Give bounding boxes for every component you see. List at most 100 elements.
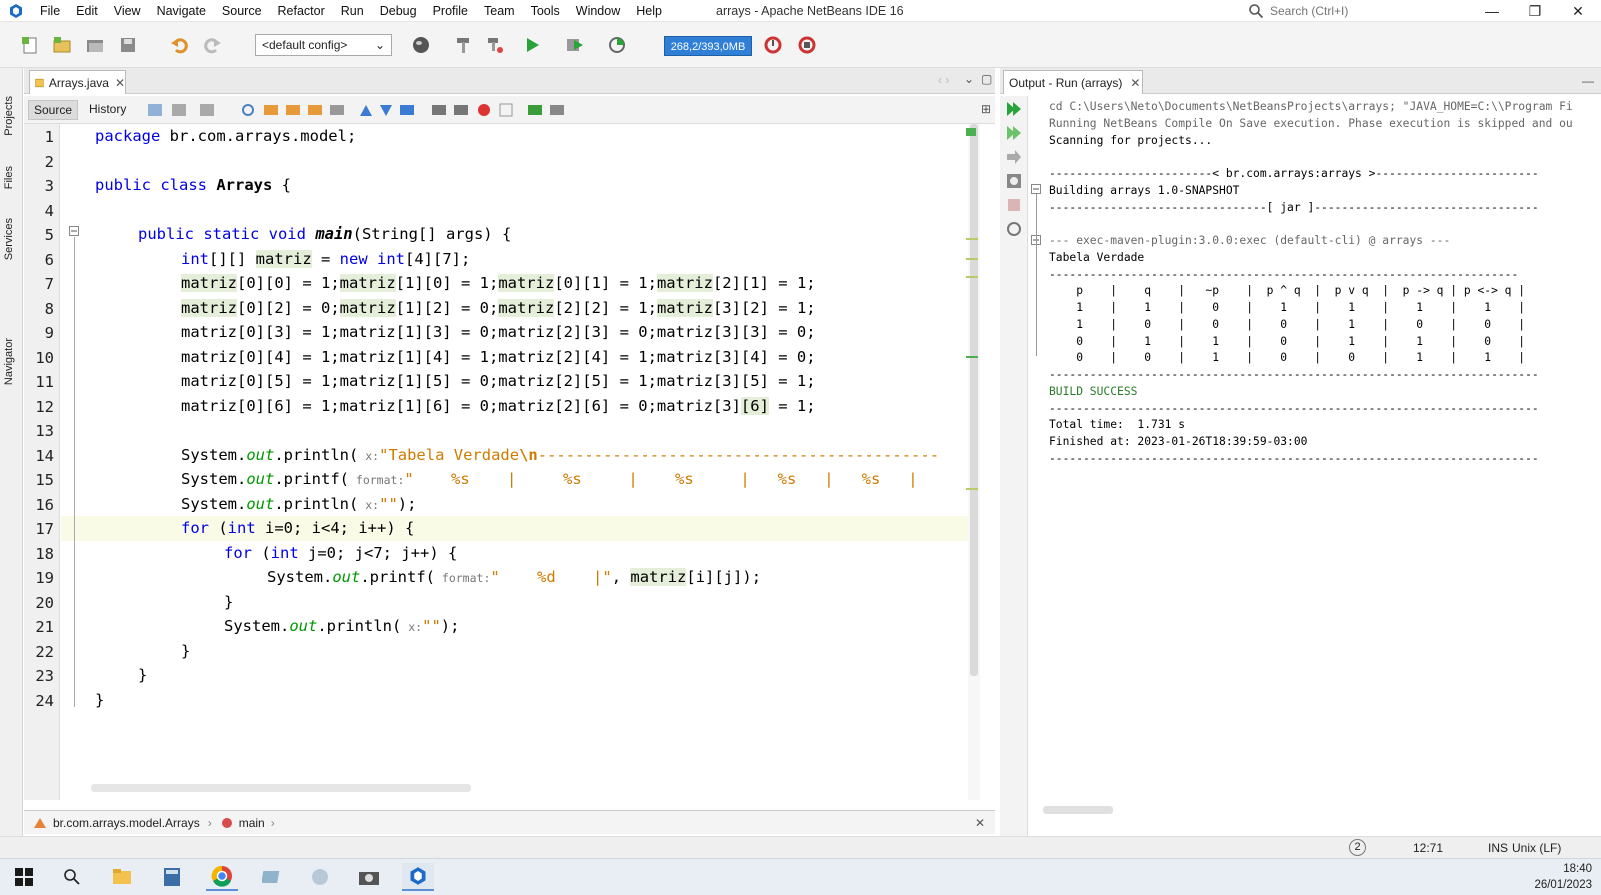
navigator-tab[interactable]: Navigator [3,338,15,385]
rerun-icon[interactable] [1005,100,1023,118]
files-tab[interactable]: Files [3,166,15,189]
menu-debug[interactable]: Debug [380,4,417,18]
settings-icon[interactable] [1005,172,1023,190]
line-number: 12 [35,397,54,416]
memory-indicator[interactable]: 268,2/393,0MB [664,36,752,56]
taskbar-search-button[interactable] [56,863,88,891]
menu-source[interactable]: Source [222,4,262,18]
vertical-scrollbar[interactable] [966,124,980,800]
tab-history[interactable]: History [84,100,131,120]
token: matriz [181,298,237,317]
horizontal-scrollbar[interactable] [1043,806,1113,814]
rerun-with-args-icon[interactable] [1005,124,1023,142]
param-hint: x: [358,497,380,512]
code-editor[interactable]: package br.com.arrays.model; public clas… [61,124,968,800]
scroll-tabs-left-icon[interactable]: ‹ › [938,73,949,87]
debug-icon [567,39,583,51]
tab-source[interactable]: Source [28,100,79,120]
output-line: Finished at: 2023-01-26T18:39:59-03:00 [1049,435,1308,448]
projects-tab[interactable]: Projects [3,96,15,136]
token: [0][0] = 1; [237,274,340,292]
breadcrumb-class[interactable]: br.com.arrays.model.Arrays [53,816,200,830]
menu-profile[interactable]: Profile [433,4,468,18]
token: j=0; j<7; j++) { [298,543,458,562]
search-box[interactable] [1248,1,1468,21]
app-button[interactable] [256,863,288,891]
netbeans-logo-icon [410,867,426,885]
minimize-button[interactable]: — [1472,0,1512,22]
tools-icon[interactable] [1005,220,1023,238]
services-tab[interactable]: Services [3,218,15,260]
horizontal-scrollbar[interactable] [91,784,471,792]
profile-button[interactable] [606,34,628,56]
restore-button[interactable]: ❐ [1515,0,1555,22]
camera-button[interactable] [353,863,385,891]
save-all-button[interactable] [117,34,139,56]
method-name: main [315,225,353,243]
menu-edit[interactable]: Edit [76,4,98,18]
close-tab-icon[interactable]: ✕ [1130,76,1140,90]
arrow-right-icon[interactable] [1005,148,1023,166]
stop-icon[interactable] [1005,196,1023,214]
start-button[interactable] [8,863,40,891]
code-line-20: } [224,592,234,611]
maximize-icon[interactable]: ▢ [981,72,992,86]
status-bar: 2 12:71 INS Unix (LF) [0,836,1601,858]
menu-help[interactable]: Help [636,4,662,18]
netbeans-logo-icon [10,4,22,18]
chevron-down-icon[interactable]: ⌄ [964,72,974,86]
new-file-button[interactable] [19,34,41,56]
app-button-2[interactable] [304,863,336,891]
debug-button[interactable] [564,34,586,56]
calculator-button[interactable] [156,863,188,891]
globe-button[interactable] [410,34,432,56]
tab-arrays-java[interactable]: Arrays.java ✕ [29,70,126,94]
clean-and-build-button[interactable] [484,34,506,56]
stop-gc-button[interactable] [796,34,818,56]
undo-button[interactable] [169,34,191,56]
breadcrumb-method[interactable]: main [239,816,265,830]
menu-view[interactable]: View [114,4,141,18]
scroll-thumb[interactable] [970,124,978,676]
close-window-button[interactable]: ✕ [1558,0,1598,22]
menu-refactor[interactable]: Refactor [278,4,325,18]
line-number-gutter: 1 2 3 4 5 6 7 8 9 10 11 12 13 14 15 16 1… [24,124,60,800]
editor-toolbar-icons[interactable] [148,102,588,118]
file-explorer-button[interactable] [106,863,138,891]
open-project-button[interactable] [84,34,106,56]
gc-button[interactable] [762,34,784,56]
menu-window[interactable]: Window [576,4,620,18]
fold-icon[interactable] [1031,184,1041,194]
chrome-button[interactable] [206,863,238,891]
close-breadcrumb-icon[interactable]: ✕ [975,816,985,830]
menu-team[interactable]: Team [484,4,515,18]
window-title: arrays - Apache NetBeans IDE 16 [716,4,904,18]
menu-run[interactable]: Run [341,4,364,18]
config-select[interactable]: <default config> ⌄ [255,34,392,56]
code-line-17: for (int i=0; i<4; i++) { [181,516,414,541]
line-number: 18 [35,544,54,563]
fold-icon[interactable] [69,226,79,236]
tab-output-run[interactable]: Output - Run (arrays) ✕ [1003,70,1143,94]
token: new [339,249,377,268]
close-tab-icon[interactable]: ✕ [115,76,125,90]
lightbulb-hint-icon[interactable] [61,396,63,410]
minimize-panel-icon[interactable]: — [1582,74,1594,88]
menu-navigate[interactable]: Navigate [157,4,206,18]
menu-tools[interactable]: Tools [531,4,560,18]
taskbar: 18:40 26/01/2023 [0,858,1601,895]
occurrence-marker [966,258,978,260]
new-project-button[interactable] [51,34,73,56]
clock[interactable]: 18:40 26/01/2023 [1510,861,1592,893]
tab-label: Arrays.java [48,75,109,90]
redo-button[interactable] [201,34,223,56]
netbeans-taskbar-button[interactable] [402,863,434,891]
split-editor-icon[interactable]: ⊞ [981,102,991,116]
line-endings[interactable]: Unix (LF) [1512,841,1561,855]
run-button[interactable] [521,34,543,56]
output-console[interactable]: cd C:\Users\Neto\Documents\NetBeansProje… [1029,96,1601,820]
notification-badge[interactable]: 2 [1349,839,1366,856]
menu-file[interactable]: File [40,4,60,18]
search-input[interactable] [1270,4,1450,18]
clean-build-button[interactable] [453,34,475,56]
